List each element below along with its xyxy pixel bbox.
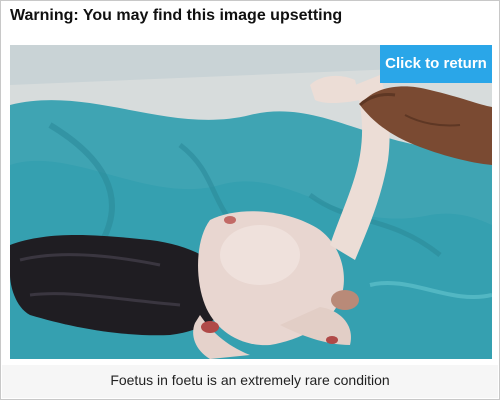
warning-heading: Warning: You may find this image upsetti… (10, 7, 343, 24)
click-to-return-button[interactable]: Click to return (380, 45, 492, 83)
photo-illustration (10, 45, 492, 359)
caption-bar: Foetus in foetu is an extremely rare con… (2, 365, 498, 398)
image-viewer: Warning: You may find this image upsetti… (0, 0, 500, 400)
medical-photo: Click to return (10, 45, 492, 359)
image-caption: Foetus in foetu is an extremely rare con… (110, 372, 390, 388)
